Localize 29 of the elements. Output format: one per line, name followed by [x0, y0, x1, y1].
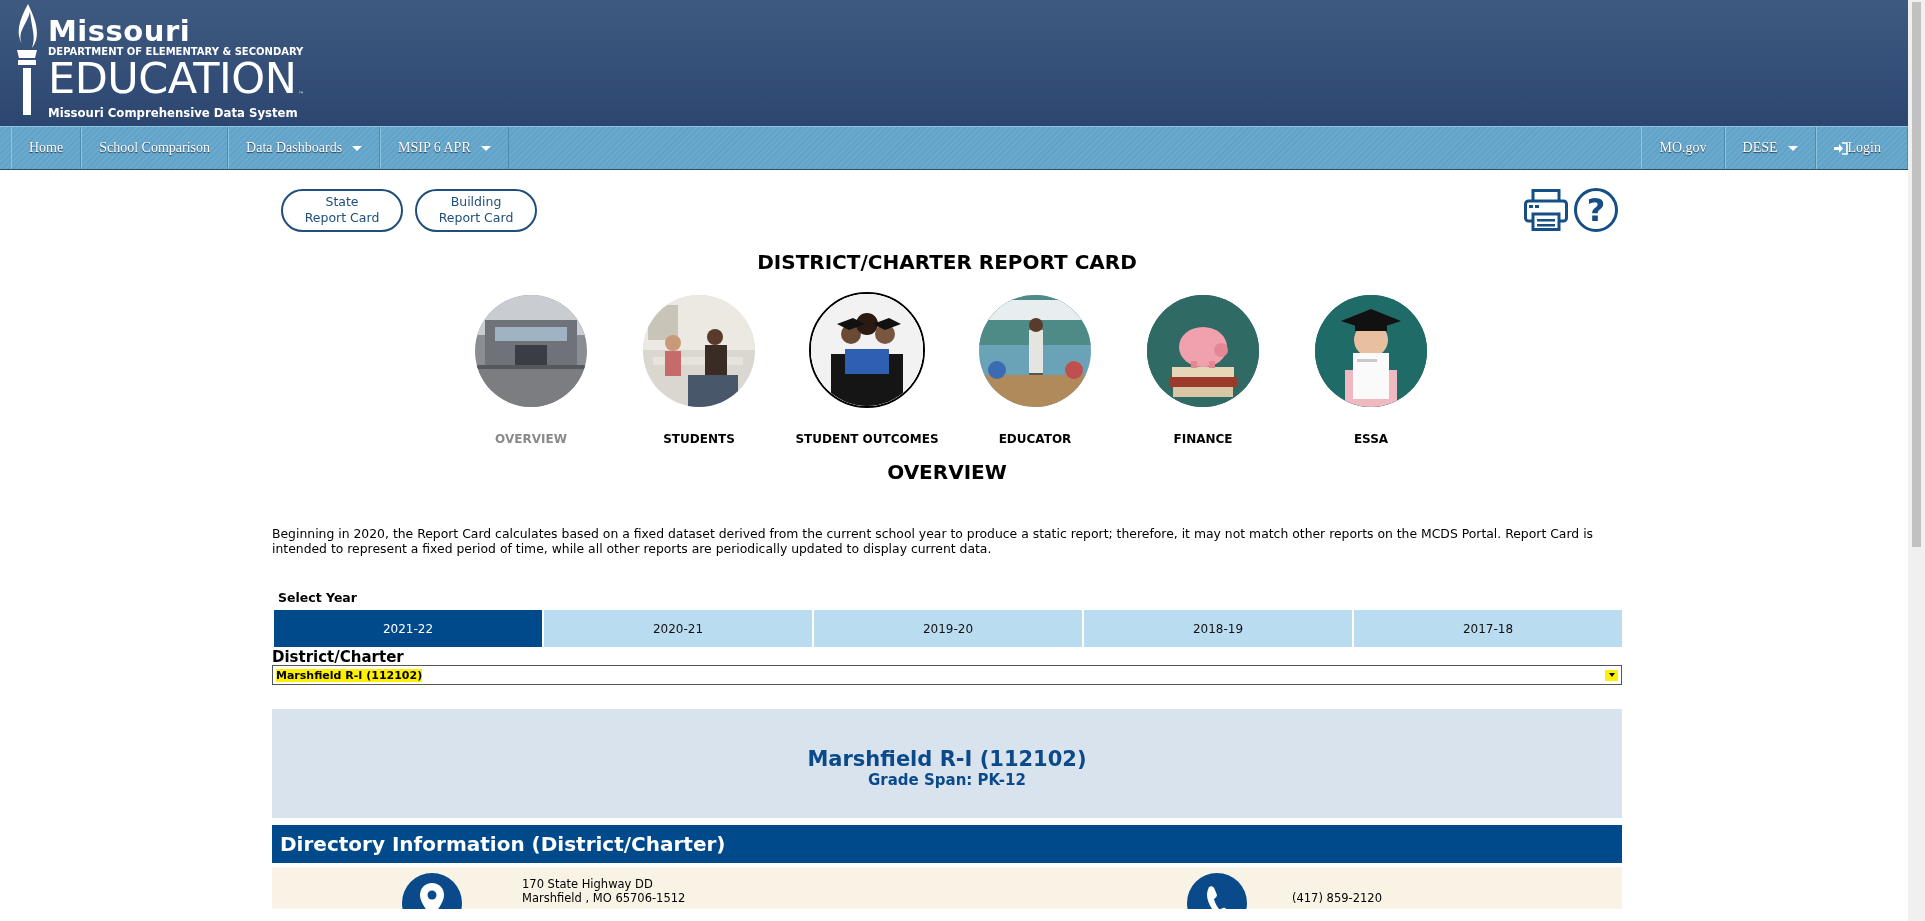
year-tab[interactable]: 2017-18	[1354, 610, 1622, 647]
grade-span: Grade Span: PK-12	[868, 770, 1026, 789]
year-tab[interactable]: 2019-20	[814, 610, 1082, 647]
help-button[interactable]: ?	[1574, 188, 1618, 232]
select-year-label: Select Year	[278, 590, 358, 605]
category-link[interactable]: FINANCE	[1173, 432, 1233, 446]
category-link[interactable]: ESSA	[1353, 432, 1389, 446]
notice-text: Beginning in 2020, the Report Card calculates based on a fixed dataset derived from the current school year to produce a static report; therefore, it may not match other reports on the MCDS Portal. Report Card is intended to represent a fixed period of time, while all other reports are periodically updated to display current data.	[272, 526, 1595, 556]
district-select[interactable]: Marshfield R-I (112102)	[272, 665, 1622, 685]
section-title: OVERVIEW	[886, 460, 1008, 484]
logo-title: Missouri	[48, 16, 191, 46]
category-link[interactable]: STUDENT OUTCOMES	[795, 432, 939, 446]
logo-wordmark: EDUCATION	[48, 58, 297, 98]
report-card-button[interactable]: State Report Card	[281, 188, 403, 232]
report-card-button[interactable]: Building Report Card	[415, 188, 537, 232]
page-title: DISTRICT/CHARTER REPORT CARD	[756, 250, 1138, 274]
year-tab[interactable]: 2018-19	[1084, 610, 1352, 647]
district-label: District/Charter	[272, 650, 405, 665]
address-line: Marshfield , MO 65706-1512	[522, 891, 687, 905]
section-header: Directory Information (District/Charter)	[272, 825, 1622, 863]
category-link[interactable]: EDUCATOR	[998, 432, 1072, 446]
year-tab[interactable]: 2021-22	[274, 610, 542, 647]
phone-number: (417) 859-2120	[1292, 890, 1383, 905]
year-tab[interactable]: 2020-21	[544, 610, 812, 647]
address-line: 170 State Highway DD	[522, 877, 654, 891]
category-link[interactable]: STUDENTS	[663, 432, 735, 446]
logo-tagline: Missouri Comprehensive Data System	[48, 104, 299, 122]
logo-subtitle: DEPARTMENT OF ELEMENTARY & SECONDARY	[48, 46, 304, 58]
district-name: Marshfield R-I (112102)	[807, 746, 1087, 771]
